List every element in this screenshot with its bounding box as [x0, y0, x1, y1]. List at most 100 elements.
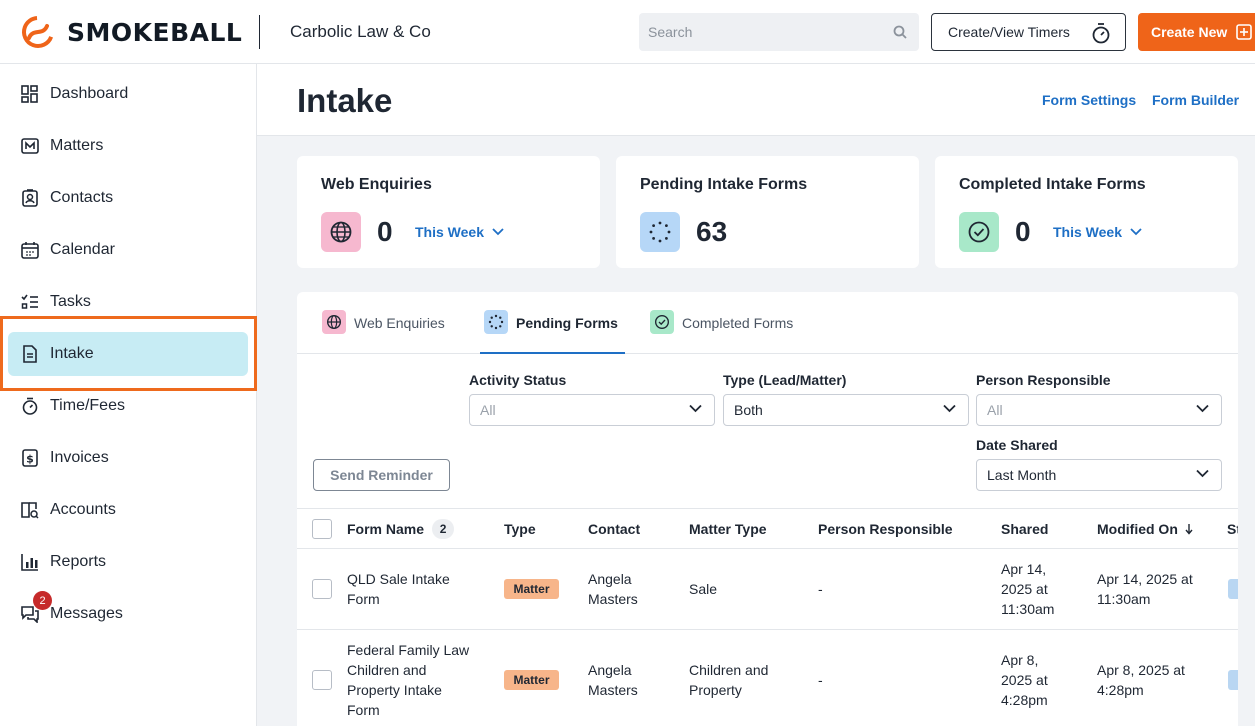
sidebar-item-time-fees[interactable]: Time/Fees	[8, 384, 248, 428]
column-contact[interactable]: Contact	[588, 521, 640, 537]
sidebar-item-label: Dashboard	[50, 85, 129, 102]
text-line: 2025 at	[1001, 581, 1048, 597]
activity-status-select[interactable]: All	[469, 394, 715, 426]
completed-intake-forms-card[interactable]: Completed Intake Forms 0 This Week	[935, 156, 1238, 268]
check-circle-icon	[959, 212, 999, 252]
column-matter-type[interactable]: Matter Type	[689, 521, 767, 537]
form-name-cell[interactable]: Federal Family Law Children and Property…	[347, 640, 469, 720]
sidebar-item-intake[interactable]: Intake	[8, 332, 248, 376]
search-box[interactable]	[639, 13, 919, 51]
column-shared[interactable]: Shared	[1001, 521, 1048, 537]
card-value: 0	[377, 216, 393, 247]
accounts-icon	[20, 500, 40, 520]
stopwatch-icon	[20, 396, 40, 416]
timers-button-label: Create/View Timers	[948, 24, 1070, 40]
chevron-down-icon	[943, 404, 956, 413]
pending-icon	[640, 212, 680, 252]
column-status[interactable]: St	[1227, 521, 1238, 537]
modified-on-cell: Apr 14, 2025 at 11:30am	[1097, 569, 1193, 609]
search-input[interactable]	[639, 13, 919, 51]
matter-type-cell: Sale	[689, 579, 717, 599]
tab-web-enquiries[interactable]: Web Enquiries	[322, 310, 445, 354]
table-row[interactable]: Federal Family Law Children and Property…	[297, 630, 1238, 726]
web-enquiries-card[interactable]: Web Enquiries 0 This Week	[297, 156, 600, 268]
chevron-down-icon	[1196, 469, 1209, 478]
type-select[interactable]: Both	[723, 394, 969, 426]
sidebar-item-contacts[interactable]: Contacts	[8, 176, 248, 220]
text-line: Form	[347, 702, 380, 718]
smokeball-logo-icon	[22, 16, 54, 48]
text-line: Apr 8,	[1001, 652, 1039, 668]
tab-completed-forms[interactable]: Completed Forms	[650, 310, 793, 354]
sidebar-item-label: Matters	[50, 137, 104, 154]
text-line: Federal Family Law	[347, 642, 470, 658]
tab-pending-forms[interactable]: Pending Forms	[480, 310, 625, 354]
tab-bar: Web Enquiries Pending Forms Completed Fo…	[297, 292, 1238, 354]
globe-icon	[321, 212, 361, 252]
contact-cell: Angela Masters	[588, 660, 638, 700]
text-line: Property Intake	[347, 682, 442, 698]
reports-icon	[20, 552, 40, 572]
column-type[interactable]: Type	[504, 521, 536, 537]
messages-count-badge: 2	[33, 591, 52, 610]
tab-label: Completed Forms	[682, 315, 794, 331]
form-name-cell[interactable]: QLD Sale Intake Form	[347, 569, 450, 609]
pending-intake-forms-card[interactable]: Pending Intake Forms 63	[616, 156, 919, 268]
column-modified-on[interactable]: Modified On	[1097, 521, 1194, 537]
period-dropdown[interactable]: This Week	[415, 224, 504, 240]
period-dropdown[interactable]: This Week	[1053, 224, 1142, 240]
smokeball-logo[interactable]: SMOKEBALL	[19, 14, 242, 50]
matters-icon	[20, 136, 40, 156]
form-settings-link[interactable]: Form Settings	[1042, 92, 1136, 108]
person-responsible-label: Person Responsible	[976, 372, 1111, 388]
sidebar-item-dashboard[interactable]: Dashboard	[8, 72, 248, 116]
form-builder-link[interactable]: Form Builder	[1152, 92, 1239, 108]
svg-text:$: $	[26, 453, 34, 466]
sidebar-item-label: Accounts	[50, 501, 116, 518]
row-checkbox[interactable]	[312, 579, 332, 599]
period-label: This Week	[415, 224, 484, 240]
text-line: 2025 at	[1001, 672, 1048, 688]
text-line: 4:28pm	[1097, 682, 1144, 698]
table-header: Form Name 2 Type Contact Matter Type Per…	[297, 508, 1238, 549]
select-value: All	[480, 402, 496, 418]
type-label: Type (Lead/Matter)	[723, 372, 847, 388]
row-checkbox[interactable]	[312, 670, 332, 690]
sidebar-item-invoices[interactable]: $ Invoices	[8, 436, 248, 480]
search-icon[interactable]	[893, 25, 907, 39]
text-line: Apr 8, 2025 at	[1097, 662, 1185, 678]
matter-type-cell: Children and Property	[689, 660, 768, 700]
sidebar-item-tasks[interactable]: Tasks	[8, 280, 248, 324]
top-bar: SMOKEBALL Carbolic Law & Co Create/View …	[0, 0, 1255, 64]
globe-icon	[322, 310, 346, 334]
sidebar-item-reports[interactable]: Reports	[8, 540, 248, 584]
activity-status-label: Activity Status	[469, 372, 567, 388]
date-shared-select[interactable]: Last Month	[976, 459, 1222, 491]
select-all-checkbox[interactable]	[312, 519, 332, 539]
forms-panel: Web Enquiries Pending Forms Completed Fo…	[297, 292, 1238, 726]
table-row[interactable]: QLD Sale Intake Form Matter Angela Maste…	[297, 549, 1238, 630]
stopwatch-icon	[1092, 23, 1110, 44]
person-responsible-select[interactable]: All	[976, 394, 1222, 426]
shared-cell: Apr 14, 2025 at 11:30am	[1001, 559, 1054, 619]
text-line: QLD Sale Intake	[347, 571, 450, 587]
create-view-timers-button[interactable]: Create/View Timers	[931, 13, 1126, 51]
contact-cell: Angela Masters	[588, 569, 638, 609]
text-line: Masters	[588, 682, 638, 698]
create-button-label: Create New	[1151, 24, 1228, 40]
sidebar-item-accounts[interactable]: Accounts	[8, 488, 248, 532]
tasks-icon	[20, 292, 40, 312]
create-new-button[interactable]: Create New	[1138, 13, 1255, 51]
column-form-name[interactable]: Form Name 2	[347, 519, 455, 539]
brand-name: SMOKEBALL	[67, 17, 243, 47]
column-person-responsible[interactable]: Person Responsible	[818, 521, 953, 537]
sidebar-item-matters[interactable]: Matters	[8, 124, 248, 168]
form-count-badge: 2	[432, 519, 455, 539]
sidebar-item-calendar[interactable]: Calendar	[8, 228, 248, 272]
sort-descending-icon	[1185, 524, 1193, 535]
send-reminder-button[interactable]: Send Reminder	[313, 459, 450, 491]
sidebar-item-label: Reports	[50, 553, 107, 570]
contacts-icon	[20, 188, 40, 208]
text-line: Apr 14,	[1001, 561, 1047, 577]
page-title: Intake	[297, 82, 393, 119]
